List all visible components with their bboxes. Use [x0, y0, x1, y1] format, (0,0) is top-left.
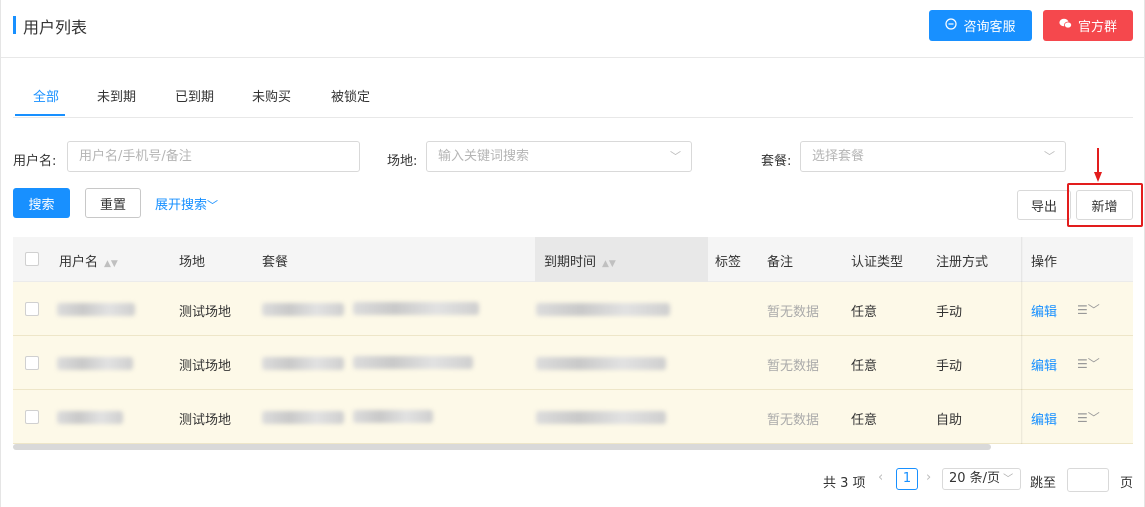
package-select[interactable]: 选择套餐 ﹀: [800, 141, 1066, 172]
table-header: 用户名 ▲▼ 场地 套餐 到期时间 ▲▼ 标签 备注 认证类型 注册方式 操作: [13, 237, 1133, 282]
register-method-cell: 手动: [936, 305, 963, 320]
horizontal-scrollbar[interactable]: [13, 444, 991, 450]
chevron-down-icon: ﹀: [1003, 474, 1014, 485]
blurred-package: [262, 411, 344, 424]
official-group-button[interactable]: 官方群: [1043, 10, 1133, 41]
table-row: 测试场地 暂无数据 任意 手动 编辑 ☰﹀: [13, 336, 1133, 390]
venue-placeholder: 输入关键词搜索: [438, 149, 530, 164]
expand-search-label: 展开搜索: [155, 198, 208, 213]
blurred-package: [262, 357, 344, 370]
notes-cell: 暂无数据: [767, 305, 820, 320]
search-button[interactable]: 搜索: [13, 188, 70, 218]
current-page-button[interactable]: 1: [896, 468, 918, 490]
tab-locked[interactable]: 被锁定: [331, 86, 370, 105]
consult-service-label: 咨询客服: [963, 20, 1016, 35]
chevron-down-icon: ﹀: [670, 150, 681, 163]
page-size-value: 20 条/页: [949, 471, 1001, 486]
edit-link[interactable]: 编辑: [1031, 409, 1057, 428]
username-filter-label: 用户名:: [13, 154, 57, 169]
jump-to-label: 跳至: [1030, 476, 1057, 491]
venue-cell: 测试场地: [179, 359, 232, 374]
register-method-cell: 手动: [936, 359, 963, 374]
next-page-icon[interactable]: ›: [926, 470, 931, 485]
official-group-label: 官方群: [1077, 20, 1117, 35]
username-placeholder: 用户名/手机号/备注: [79, 149, 192, 164]
blurred-username: [57, 303, 135, 316]
column-header-notes: 备注: [767, 255, 794, 270]
more-menu-icon[interactable]: ☰﹀: [1077, 355, 1100, 372]
more-menu-icon[interactable]: ☰﹀: [1077, 301, 1100, 318]
table-row: 测试场地 暂无数据 任意 自助 编辑 ☰﹀: [13, 390, 1133, 444]
package-placeholder: 选择套餐: [812, 149, 865, 164]
wechat-icon: [1059, 18, 1072, 33]
package-filter-label: 套餐:: [761, 154, 792, 169]
column-header-actions: 操作: [1031, 255, 1058, 270]
blurred-package: [353, 410, 433, 423]
blurred-expiry: [536, 411, 666, 424]
page-header: 用户列表 咨询客服 官方群: [1, 0, 1144, 58]
page-title: 用户列表: [23, 18, 88, 37]
blurred-username: [57, 357, 133, 370]
expand-search-link[interactable]: 展开搜索﹀: [155, 194, 218, 213]
table-row: 测试场地 暂无数据 任意 手动 编辑 ☰﹀: [13, 282, 1133, 336]
venue-select[interactable]: 输入关键词搜索 ﹀: [426, 141, 692, 172]
blurred-expiry: [536, 357, 666, 370]
page-size-select[interactable]: 20 条/页 ﹀: [942, 468, 1021, 490]
auth-type-cell: 任意: [851, 305, 878, 320]
export-button[interactable]: 导出: [1017, 190, 1071, 220]
auth-type-cell: 任意: [851, 359, 878, 374]
jump-page-input[interactable]: [1067, 468, 1109, 492]
annotation-arrow-icon: [1094, 148, 1102, 182]
column-header-expiry[interactable]: 到期时间 ▲▼: [544, 251, 616, 270]
row-checkbox[interactable]: [25, 302, 39, 316]
sort-icon: ▲▼: [602, 259, 616, 269]
edit-link[interactable]: 编辑: [1031, 301, 1057, 320]
consult-service-button[interactable]: 咨询客服: [929, 10, 1032, 41]
status-tabs: 全部 未到期 已到期 未购买 被锁定: [13, 84, 1133, 118]
notes-cell: 暂无数据: [767, 413, 820, 428]
sort-icon: ▲▼: [104, 259, 118, 269]
edit-link[interactable]: 编辑: [1031, 355, 1057, 374]
register-method-cell: 自助: [936, 413, 963, 428]
blurred-expiry: [536, 303, 670, 316]
page-unit-label: 页: [1120, 476, 1134, 491]
username-search-input[interactable]: 用户名/手机号/备注: [67, 141, 360, 172]
tab-not-expired[interactable]: 未到期: [97, 86, 136, 105]
tab-expired[interactable]: 已到期: [175, 86, 214, 105]
chat-bubble-icon: [945, 17, 958, 34]
blurred-package: [353, 302, 479, 315]
tab-not-purchased[interactable]: 未购买: [252, 86, 291, 105]
fixed-column-shadow: [1021, 237, 1023, 444]
column-header-auth-type: 认证类型: [851, 255, 904, 270]
column-header-username[interactable]: 用户名 ▲▼: [59, 251, 118, 270]
column-header-package: 套餐: [262, 255, 289, 270]
venue-filter-label: 场地:: [387, 154, 418, 169]
venue-cell: 测试场地: [179, 305, 232, 320]
auth-type-cell: 任意: [851, 413, 878, 428]
more-menu-icon[interactable]: ☰﹀: [1077, 409, 1100, 426]
venue-cell: 测试场地: [179, 413, 232, 428]
blurred-username: [57, 411, 123, 424]
column-header-venue: 场地: [179, 255, 206, 270]
chevron-down-icon: ﹀: [1044, 150, 1055, 163]
tab-all[interactable]: 全部: [33, 86, 59, 105]
blurred-package: [262, 303, 344, 316]
prev-page-icon[interactable]: ‹: [878, 470, 883, 485]
notes-cell: 暂无数据: [767, 359, 820, 374]
active-tab-indicator: [15, 114, 65, 116]
row-checkbox[interactable]: [25, 356, 39, 370]
chevron-down-icon: ﹀: [207, 199, 219, 212]
column-header-register-method: 注册方式: [936, 255, 989, 270]
reset-button[interactable]: 重置: [85, 188, 141, 218]
pagination-total: 共 3 项: [823, 476, 866, 491]
select-all-checkbox[interactable]: [25, 252, 39, 266]
column-header-tags: 标签: [715, 255, 742, 270]
annotation-highlight-box: [1067, 183, 1143, 227]
title-accent-bar: [13, 16, 16, 34]
blurred-package: [353, 356, 473, 369]
user-list-page: 用户列表 咨询客服 官方群 全部 未到期 已到期 未购买 被锁定 用户名: 用户…: [0, 0, 1145, 507]
row-checkbox[interactable]: [25, 410, 39, 424]
